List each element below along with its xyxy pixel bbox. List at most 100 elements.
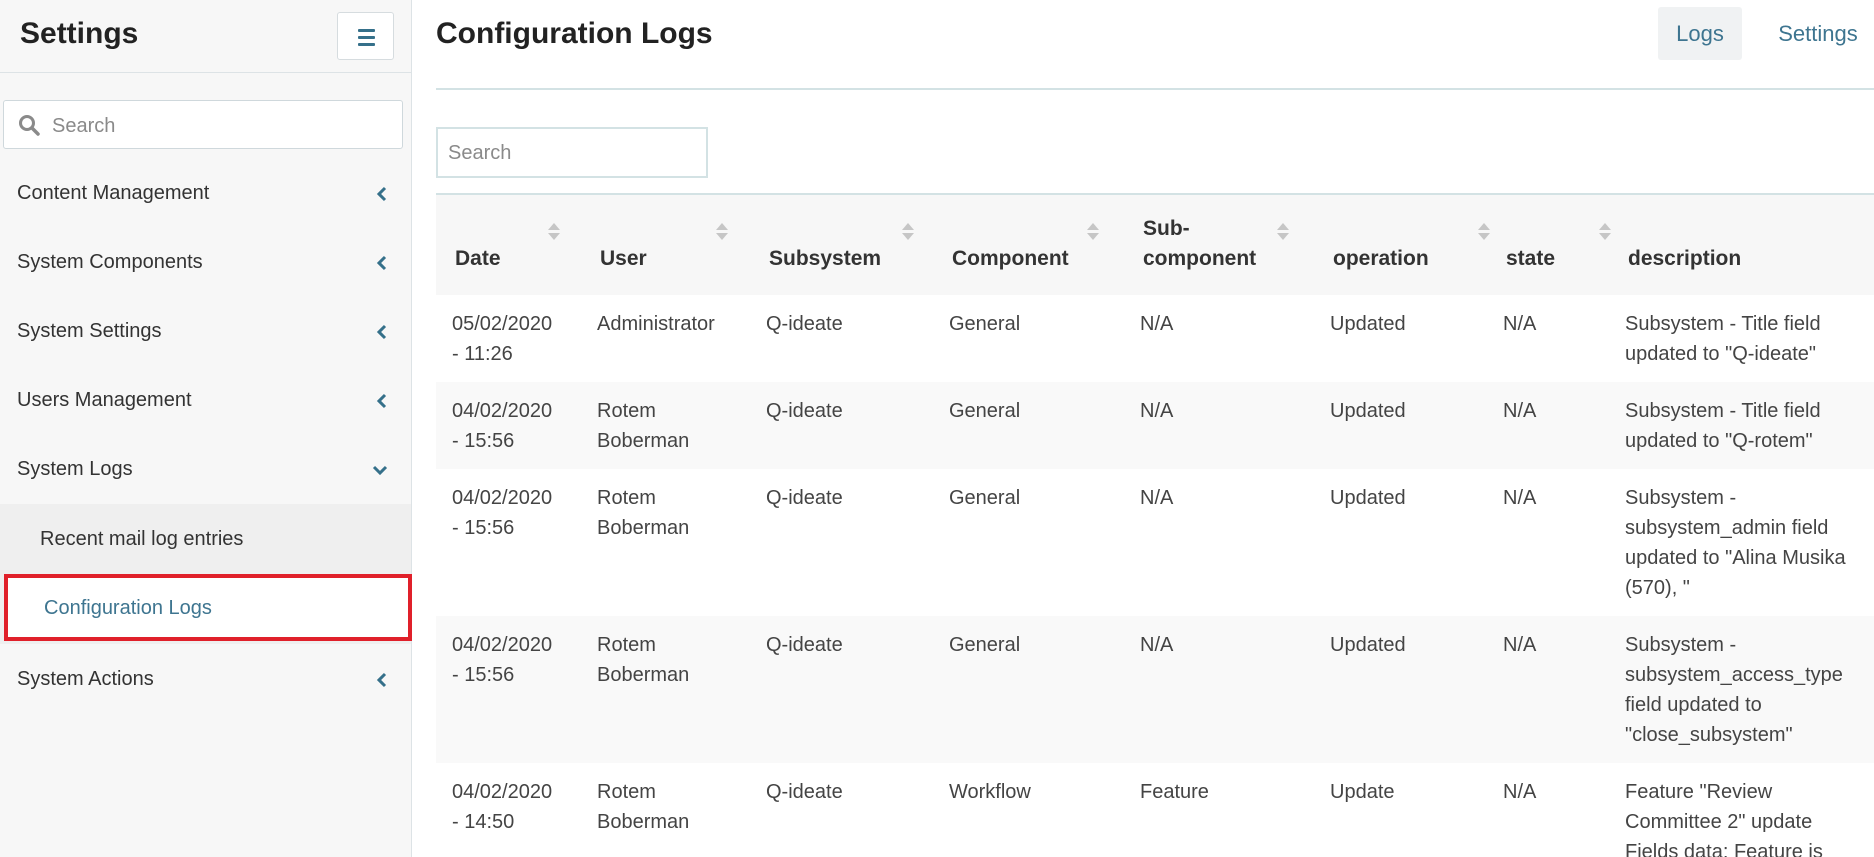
search-icon: [19, 115, 40, 136]
cell-subcomponent: N/A: [1140, 400, 1174, 422]
cell-state: N/A: [1503, 400, 1537, 422]
chevron-left-icon: [376, 186, 387, 202]
hamburger-icon: [358, 29, 375, 32]
column-header-label: Component: [952, 247, 1069, 270]
cell-description: Subsystem - subsystem_access_type field up…: [1625, 630, 1843, 750]
sidebar-item-label: System Components: [17, 251, 203, 273]
sidebar-title: Settings: [20, 17, 139, 50]
cell-description: Subsystem - Title field updated to "Q-ide…: [1625, 309, 1821, 369]
cell-date-line: 04/02/2020: [452, 781, 553, 803]
table-search-input[interactable]: Search: [436, 127, 708, 178]
table-row[interactable]: 05/02/2020 - 11:26 Administrator Q-ideate Ge…: [436, 295, 1874, 382]
cell-user: Rotem Boberman: [597, 630, 689, 690]
cell-date: 04/02/2020 - 15:56: [452, 396, 552, 456]
cell-subcomponent: N/A: [1140, 313, 1174, 335]
cell-component: General: [949, 487, 1021, 509]
cell-date: 04/02/2020 - 14:50: [452, 777, 552, 837]
sort-icon[interactable]: [1277, 223, 1289, 243]
cell-subsystem: Q-ideate: [766, 781, 843, 803]
sort-icon[interactable]: [548, 223, 560, 243]
tab-logs[interactable]: Logs: [1658, 7, 1742, 60]
cell-user-line: Administrator: [597, 313, 715, 335]
cell-operation: Updated: [1330, 400, 1406, 422]
column-header-label: component: [1143, 247, 1257, 270]
cell-description-line: subsystem_access_type: [1625, 664, 1843, 686]
cell-description-line: Subsystem - Title field: [1625, 400, 1821, 422]
sort-icon[interactable]: [716, 223, 728, 243]
cell-description: Subsystem - subsystem_admin field updated …: [1625, 483, 1846, 603]
sidebar-item-users-management[interactable]: Users Management: [0, 365, 411, 434]
cell-date-line: - 15:56: [452, 664, 515, 686]
column-header-label: Subsystem: [769, 247, 882, 270]
table-row[interactable]: 04/02/2020 - 15:56 Rotem Boberman Q-ideate Ge…: [436, 469, 1874, 616]
sort-icon[interactable]: [1478, 223, 1490, 243]
sidebar-item-label: Content Management: [17, 182, 210, 204]
chevron-left-icon: [376, 324, 387, 340]
sidebar-search-placeholder: Search: [52, 115, 116, 137]
cell-user: Administrator: [597, 309, 715, 339]
sidebar-item-system-settings[interactable]: System Settings: [0, 296, 411, 365]
cell-user-line: Rotem: [597, 781, 656, 803]
cell-description-line: Feature "Review: [1625, 781, 1773, 803]
cell-description-line: Subsystem - Title field: [1625, 313, 1821, 335]
cell-date-line: 05/02/2020: [452, 313, 553, 335]
cell-description: Feature "Review Committee 2" update Fields…: [1625, 777, 1823, 857]
cell-description-line: (570), ": [1625, 577, 1690, 599]
column-header-label: description: [1628, 247, 1742, 270]
sidebar-subitem-recent-mail-log[interactable]: Recent mail log entries: [0, 504, 411, 570]
cell-date-line: - 14:50: [452, 811, 515, 833]
logs-table: Date User Subsystem Component Sub- compo…: [436, 193, 1874, 857]
table-row[interactable]: 04/02/2020 - 14:50 Rotem Boberman Q-ideate Wo…: [436, 763, 1874, 857]
sort-icon[interactable]: [1599, 223, 1611, 243]
cell-subsystem: Q-ideate: [766, 313, 843, 335]
cell-description-line: "close_subsystem": [1625, 724, 1793, 746]
sidebar-subitem-configuration-logs[interactable]: Configuration Logs: [4, 574, 412, 641]
cell-description: Subsystem - Title field updated to "Q-rot…: [1625, 396, 1821, 456]
cell-state: N/A: [1503, 781, 1537, 803]
chevron-left-icon: [376, 255, 387, 271]
menu-toggle-button[interactable]: [337, 12, 394, 60]
table-row[interactable]: 04/02/2020 - 15:56 Rotem Boberman Q-ideate Ge…: [436, 382, 1874, 469]
cell-date: 04/02/2020 - 15:56: [452, 483, 552, 543]
cell-date-line: 04/02/2020: [452, 487, 553, 509]
sidebar-item-system-logs[interactable]: System Logs: [0, 434, 411, 503]
cell-description-line: updated to "Q-ideate": [1625, 343, 1816, 365]
sidebar-header: Settings: [0, 0, 411, 73]
cell-user-line: Boberman: [597, 430, 690, 452]
sidebar-item-label: Users Management: [17, 389, 192, 411]
cell-subcomponent: Feature: [1140, 781, 1209, 803]
sidebar-subitem-label: Configuration Logs: [44, 597, 212, 619]
sort-icon[interactable]: [1087, 223, 1099, 243]
cell-description-line: Committee 2" update: [1625, 811, 1813, 833]
table-search-placeholder: Search: [448, 142, 512, 164]
cell-description-line: Subsystem -: [1625, 487, 1737, 509]
cell-date-line: 04/02/2020: [452, 400, 553, 422]
cell-date-line: 04/02/2020: [452, 634, 553, 656]
column-header-label: Sub-: [1143, 217, 1190, 240]
sidebar-item-content-management[interactable]: Content Management: [0, 158, 411, 227]
cell-operation: Updated: [1330, 313, 1406, 335]
sort-icon[interactable]: [902, 223, 914, 243]
sidebar-subitem-label: Recent mail log entries: [40, 528, 244, 550]
table-body: 05/02/2020 - 11:26 Administrator Q-ideate Ge…: [436, 295, 1874, 857]
cell-date-line: - 11:26: [452, 343, 513, 365]
sidebar-item-system-actions[interactable]: System Actions: [0, 644, 411, 713]
cell-description-line: field updated to: [1625, 694, 1762, 716]
sidebar-search-input[interactable]: Search: [3, 100, 403, 149]
table-row[interactable]: 04/02/2020 - 15:56 Rotem Boberman Q-ideate Ge…: [436, 616, 1874, 763]
tab-settings[interactable]: Settings: [1763, 7, 1873, 60]
chevron-left-icon: [376, 393, 387, 409]
cell-subsystem: Q-ideate: [766, 634, 843, 656]
cell-operation: Update: [1330, 781, 1395, 803]
cell-date-line: - 15:56: [452, 430, 515, 452]
cell-subcomponent: N/A: [1140, 634, 1174, 656]
cell-subcomponent: N/A: [1140, 487, 1174, 509]
table-header-row: Date User Subsystem Component Sub- compo…: [436, 193, 1874, 295]
sidebar-item-system-components[interactable]: System Components: [0, 227, 411, 296]
cell-user-line: Boberman: [597, 811, 690, 833]
cell-user-line: Rotem: [597, 400, 656, 422]
cell-state: N/A: [1503, 487, 1537, 509]
column-header-label: User: [600, 247, 647, 270]
cell-user: Rotem Boberman: [597, 777, 689, 837]
chevron-down-icon: [372, 465, 388, 476]
